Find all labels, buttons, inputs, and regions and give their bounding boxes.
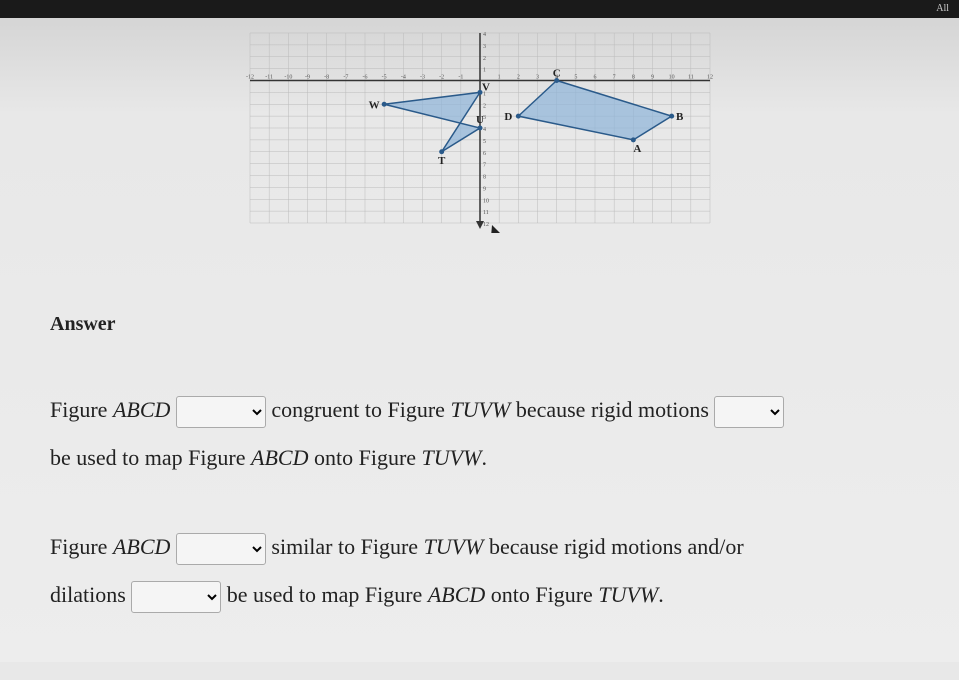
coordinate-grid: -12-11-10-9-8-7-6-5-4-3-2-11234567891011…: [240, 23, 720, 233]
text: Figure: [50, 397, 113, 422]
svg-text:5: 5: [574, 75, 577, 81]
text: .: [481, 445, 487, 470]
svg-text:-9: -9: [305, 75, 310, 81]
svg-text:-10: -10: [284, 75, 292, 81]
svg-text:2: 2: [483, 56, 486, 62]
svg-text:D: D: [504, 111, 512, 123]
svg-text:6: 6: [483, 151, 486, 157]
svg-text:A: A: [633, 143, 641, 155]
svg-text:U: U: [476, 114, 484, 126]
svg-text:-1: -1: [458, 75, 463, 81]
main-content: -12-11-10-9-8-7-6-5-4-3-2-11234567891011…: [0, 18, 959, 662]
top-bar: All: [0, 0, 959, 18]
svg-text:C: C: [552, 68, 560, 80]
svg-text:12: 12: [483, 222, 489, 228]
svg-text:-2: -2: [439, 75, 444, 81]
svg-text:8: 8: [631, 75, 634, 81]
svg-text:2: 2: [483, 103, 486, 109]
question-block-2: Figure ABCD similar to Figure TUVW becau…: [50, 523, 909, 620]
svg-text:10: 10: [668, 75, 674, 81]
figure-name: TUVW: [422, 445, 482, 470]
text: congruent to Figure: [271, 397, 450, 422]
svg-text:9: 9: [483, 186, 486, 192]
svg-text:9: 9: [651, 75, 654, 81]
congruent-dropdown-1[interactable]: [176, 396, 266, 428]
grid-svg: -12-11-10-9-8-7-6-5-4-3-2-11234567891011…: [240, 23, 720, 233]
svg-text:-3: -3: [420, 75, 425, 81]
svg-text:7: 7: [612, 75, 615, 81]
svg-text:-12: -12: [246, 75, 254, 81]
svg-text:1: 1: [497, 75, 500, 81]
svg-text:-11: -11: [265, 75, 273, 81]
text: onto Figure: [485, 582, 598, 607]
figure-name: TUVW: [424, 534, 484, 559]
svg-text:1: 1: [483, 68, 486, 74]
svg-text:T: T: [437, 155, 445, 167]
answer-heading: Answer: [50, 313, 909, 336]
svg-text:8: 8: [483, 175, 486, 181]
svg-text:W: W: [368, 99, 379, 111]
svg-text:4: 4: [483, 127, 486, 133]
svg-text:11: 11: [483, 210, 489, 216]
svg-text:3: 3: [536, 75, 539, 81]
text: because rigid motions: [510, 397, 714, 422]
figure-name: ABCD: [428, 582, 485, 607]
svg-text:B: B: [675, 111, 683, 123]
figure-name: ABCD: [113, 534, 170, 559]
svg-text:12: 12: [707, 75, 713, 81]
figure-name: TUVW: [450, 397, 510, 422]
text: be used to map Figure: [227, 582, 428, 607]
figure-name: ABCD: [113, 397, 170, 422]
svg-text:6: 6: [593, 75, 596, 81]
svg-text:-6: -6: [362, 75, 367, 81]
figure-name: ABCD: [251, 445, 308, 470]
text: because rigid motions and/or: [483, 534, 743, 559]
svg-text:11: 11: [687, 75, 693, 81]
graph-area: -12-11-10-9-8-7-6-5-4-3-2-11234567891011…: [20, 18, 939, 263]
text: Figure: [50, 534, 113, 559]
figure-name: TUVW: [598, 582, 658, 607]
text: onto Figure: [308, 445, 421, 470]
topbar-label: All: [936, 3, 949, 14]
svg-text:-4: -4: [400, 75, 405, 81]
answer-section: Answer Figure ABCD congruent to Figure T…: [20, 263, 939, 680]
svg-text:-7: -7: [343, 75, 348, 81]
text: similar to Figure: [271, 534, 423, 559]
similar-dropdown-1[interactable]: [176, 533, 266, 565]
question-block-1: Figure ABCD congruent to Figure TUVW bec…: [50, 386, 909, 483]
text: be used to map Figure: [50, 445, 251, 470]
svg-text:-5: -5: [381, 75, 386, 81]
motions-dropdown-1[interactable]: [714, 396, 784, 428]
svg-text:2: 2: [516, 75, 519, 81]
svg-text:7: 7: [483, 163, 486, 169]
svg-text:4: 4: [483, 32, 486, 38]
text: dilations: [50, 582, 131, 607]
text: .: [658, 582, 664, 607]
svg-text:V: V: [482, 81, 490, 93]
dilations-dropdown[interactable]: [131, 581, 221, 613]
svg-text:10: 10: [483, 198, 489, 204]
svg-text:5: 5: [483, 139, 486, 145]
svg-text:3: 3: [483, 44, 486, 50]
svg-text:-8: -8: [324, 75, 329, 81]
